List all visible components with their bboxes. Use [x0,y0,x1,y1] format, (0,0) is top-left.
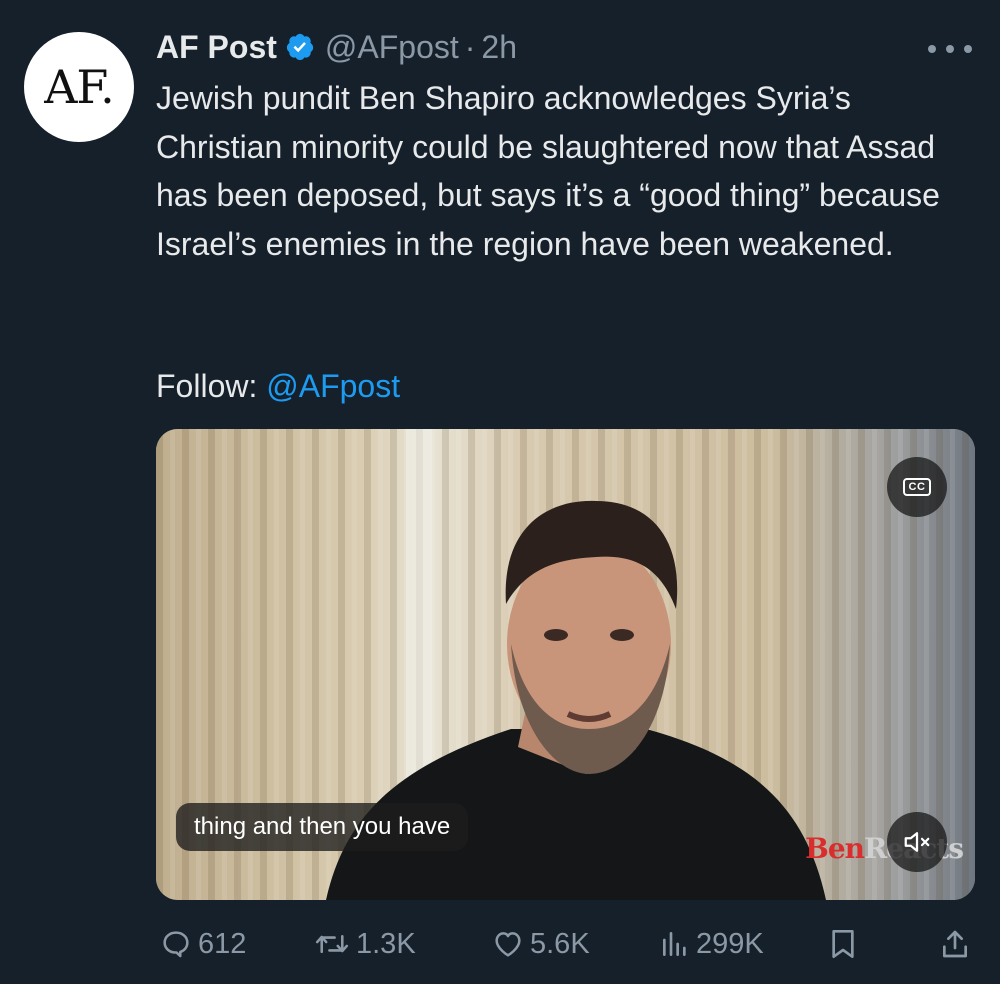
bookmark-button[interactable] [828,918,858,970]
retweet-count: 1.3K [356,927,416,960]
tweet[interactable]: AF. AF Post @AFpost · 2h Jewish pundit B… [0,0,1000,984]
separator-dot: · [464,28,476,65]
reply-icon [163,931,189,958]
reply-button[interactable]: 612 [160,918,246,970]
avatar-logo-text: AF. [44,60,115,114]
cc-icon: CC [902,478,932,496]
bookmark-icon [832,930,854,958]
like-icon [495,932,521,957]
display-name[interactable]: AF Post [156,29,277,66]
reply-count: 612 [198,927,247,960]
video-player[interactable]: CC thing and then you have BenReacts [156,429,975,900]
like-count: 5.6K [530,927,590,960]
tweet-header: AF Post @AFpost · 2h [156,24,517,70]
follow-line: Follow: @AFpost [156,362,400,410]
retweet-icon [315,934,349,953]
captions-button[interactable]: CC [887,457,947,517]
avatar[interactable]: AF. [24,32,134,142]
more-icon[interactable] [928,36,972,62]
handle[interactable]: @AFpost [325,29,459,66]
share-icon [943,930,968,958]
follow-mention-link[interactable]: @AFpost [266,368,400,404]
mute-icon [904,832,930,852]
tweet-actions: 612 1.3K 5.6K 299K [156,918,976,970]
like-button[interactable]: 5.6K [492,918,590,970]
follow-label: Follow: [156,368,258,404]
timestamp[interactable]: 2h [481,29,517,66]
retweet-button[interactable]: 1.3K [314,918,416,970]
views-button[interactable]: 299K [660,918,764,970]
share-button[interactable] [940,918,970,970]
verified-icon[interactable] [285,32,315,62]
views-icon [663,932,686,956]
video-caption: thing and then you have [176,803,469,851]
mute-button[interactable] [887,812,947,872]
tweet-text: Jewish pundit Ben Shapiro acknowledges S… [156,80,940,262]
views-count: 299K [696,927,764,960]
